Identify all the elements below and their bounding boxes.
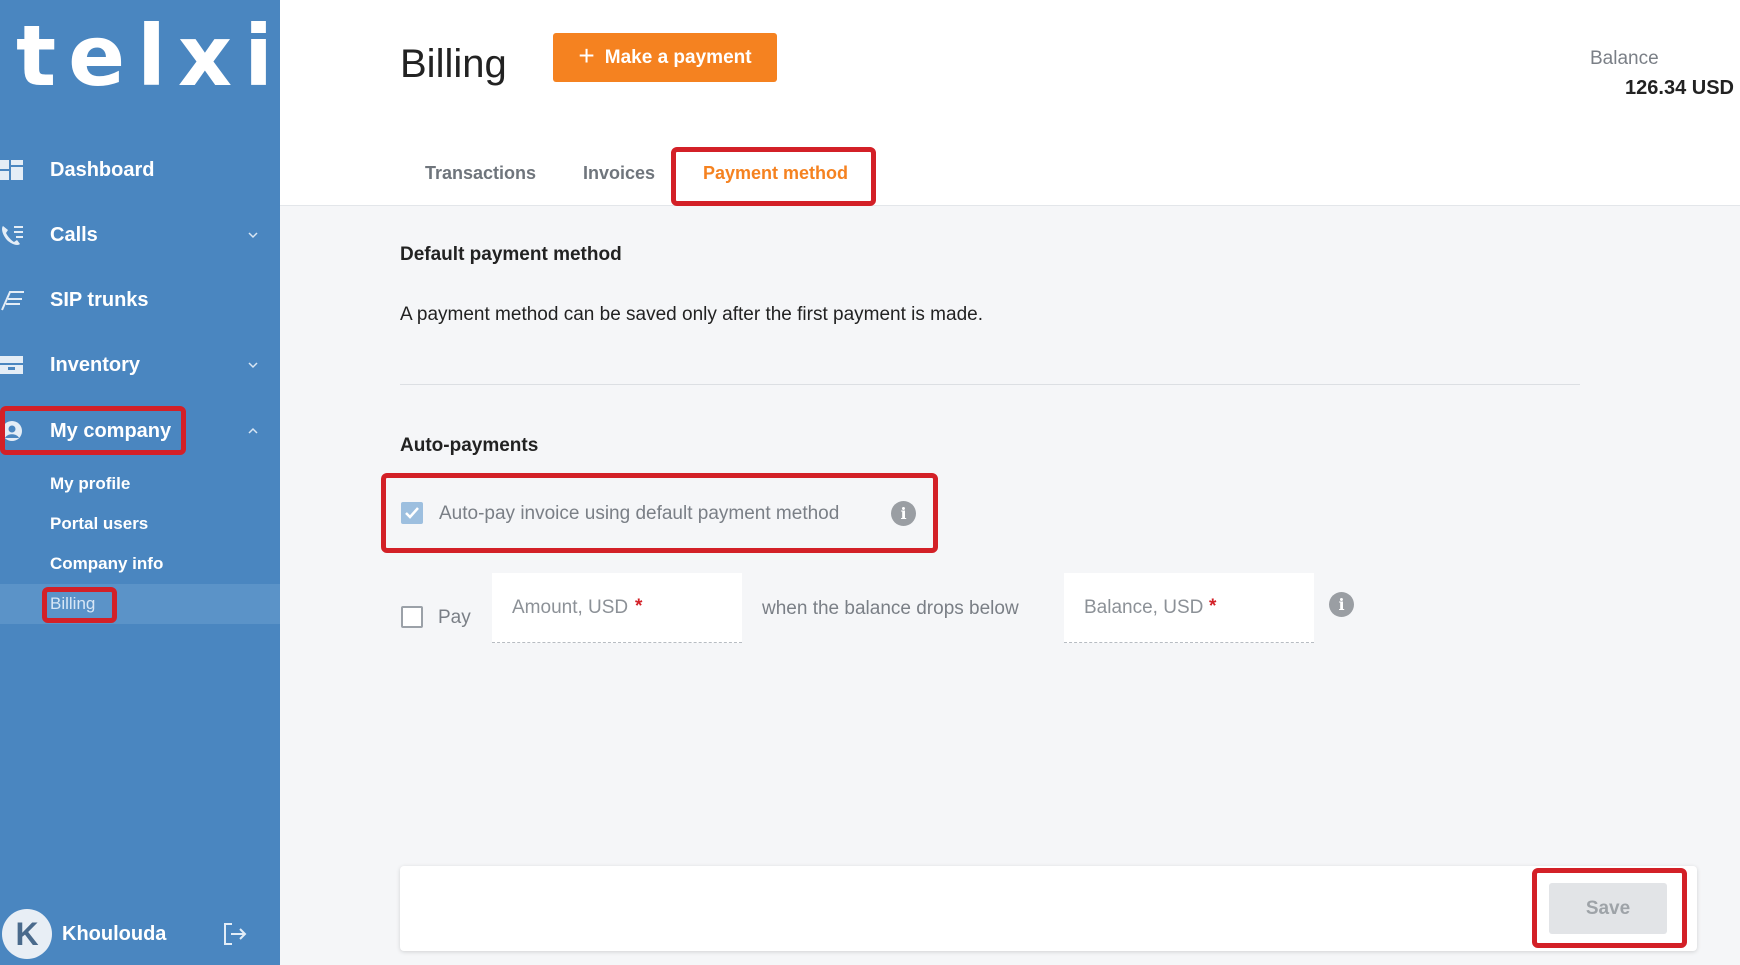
make-payment-label: Make a payment — [604, 46, 752, 68]
sidebar-item-label: SIP trunks — [50, 288, 149, 311]
plus-icon: + — [578, 40, 595, 71]
sidebar-item-inventory[interactable]: Inventory — [0, 341, 280, 389]
default-method-note: A payment method can be saved only after… — [400, 304, 983, 325]
balance-input[interactable] — [1064, 573, 1314, 642]
info-icon[interactable]: i — [891, 501, 916, 526]
subitem-label: Company info — [50, 554, 164, 573]
make-payment-button[interactable]: + Make a payment — [553, 33, 777, 82]
sidebar-item-label: Calls — [50, 223, 98, 246]
tab-payment-method[interactable]: Payment method — [703, 163, 848, 184]
divider — [400, 384, 1580, 385]
tab-transactions[interactable]: Transactions — [425, 163, 536, 184]
pay-checkbox[interactable] — [401, 606, 423, 628]
amount-field[interactable]: * — [492, 573, 742, 643]
required-mark: * — [1209, 596, 1217, 617]
balance-field[interactable]: * — [1064, 573, 1314, 643]
autopay-checkbox[interactable] — [401, 502, 423, 524]
balance-value: 126.34 USD — [1625, 77, 1734, 99]
subitem-label: Portal users — [50, 514, 149, 533]
sidebar-item-label: Inventory — [50, 353, 141, 376]
sidebar-item-sip-trunks[interactable]: SIP trunks — [0, 276, 280, 324]
chevron-up-icon[interactable] — [248, 426, 258, 436]
user-name: Khoulouda — [62, 923, 167, 945]
footer-bar — [400, 866, 1697, 951]
subitem-label: Billing — [50, 594, 96, 613]
telxi-logo[interactable]: telxi — [16, 14, 285, 98]
amount-input[interactable] — [492, 573, 742, 642]
sidebar-subitem-my-profile[interactable]: My profile — [0, 464, 280, 504]
sidebar: telxi Dashboard Calls SIP trunks Invento… — [0, 0, 280, 965]
inventory-icon — [0, 356, 23, 374]
avatar[interactable]: K — [2, 909, 52, 959]
chevron-down-icon[interactable] — [248, 230, 258, 240]
pay-label[interactable]: Pay — [438, 607, 471, 629]
logout-icon[interactable] — [222, 921, 248, 947]
chevron-down-icon[interactable] — [248, 360, 258, 370]
phone-list-icon — [2, 226, 23, 245]
default-method-title: Default payment method — [400, 244, 622, 265]
check-icon — [405, 507, 419, 519]
page-title: Billing — [400, 42, 507, 86]
dashboard-icon — [0, 160, 23, 180]
balance-label: Balance — [1590, 48, 1659, 69]
sidebar-item-label: My company — [50, 419, 172, 442]
sidebar-item-dashboard[interactable]: Dashboard — [0, 146, 280, 194]
user-panel: K Khoulouda — [0, 899, 280, 965]
info-icon[interactable]: i — [1329, 592, 1354, 617]
sidebar-subitem-company-info[interactable]: Company info — [0, 544, 280, 584]
sidebar-item-calls[interactable]: Calls — [0, 211, 280, 259]
save-button[interactable]: Save — [1549, 883, 1667, 934]
sidebar-subitem-billing[interactable]: Billing — [0, 584, 280, 624]
required-mark: * — [635, 596, 643, 617]
autopay-label[interactable]: Auto-pay invoice using default payment m… — [439, 503, 839, 525]
tab-invoices[interactable]: Invoices — [583, 163, 655, 184]
company-icon — [2, 421, 22, 441]
sidebar-item-label: Dashboard — [50, 158, 155, 181]
sidebar-item-my-company[interactable]: My company — [0, 407, 280, 455]
balance-threshold-text: when the balance drops below — [762, 598, 1019, 619]
subitem-label: My profile — [50, 474, 131, 493]
sidebar-subitem-portal-users[interactable]: Portal users — [0, 504, 280, 544]
auto-payments-title: Auto-payments — [400, 435, 539, 456]
sip-trunk-icon — [1, 291, 24, 311]
header: Billing + Make a payment Balance 126.34 … — [280, 0, 1740, 206]
